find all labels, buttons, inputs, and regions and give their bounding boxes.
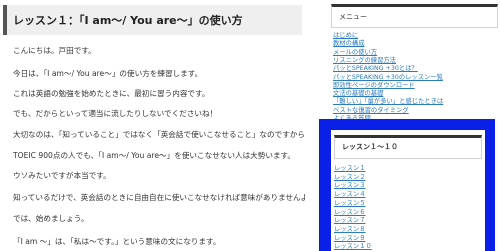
lesson-link[interactable]: レッスン４ <box>334 189 365 198</box>
article-paragraph: 「I am ～」は、「私は～です。」という意味の文になります。 <box>13 237 221 246</box>
article-paragraph: これは英語の勉強を始めたときに、最初に習う内容です。 <box>13 89 210 98</box>
lesson-link[interactable]: レッスン６ <box>334 207 365 216</box>
lesson-link[interactable]: レッスン２ <box>334 172 365 181</box>
menu-heading: メニュー <box>339 13 367 21</box>
article-main: レッスン１：「I am～/ You are～」の使い方 こんにちは。戸田です。 … <box>0 0 305 251</box>
lesson-link[interactable]: レッスン３ <box>334 180 365 189</box>
article-paragraph: でも、だからといって適当に流したりしないでくださいね！ <box>13 109 218 118</box>
lesson-link[interactable]: レッスン１０ <box>334 241 372 250</box>
article-paragraph: 今日は、「I am～/ You are～」の使い方を練習します。 <box>13 69 203 78</box>
article-paragraph: こんにちは。戸田です。 <box>13 46 96 55</box>
article-paragraph: ウソみたいですが本当です。 <box>13 171 111 180</box>
article-title-bar: レッスン１：「I am～/ You are～」の使い方 <box>3 5 302 35</box>
lesson-link[interactable]: レッスン９ <box>334 233 365 242</box>
lessons-heading: レッスン１～１０ <box>342 143 398 151</box>
lessons-heading-box: レッスン１～１０ <box>334 135 482 159</box>
lesson-link[interactable]: レッスン７ <box>334 215 365 224</box>
menu-heading-box: メニュー <box>331 4 498 28</box>
lesson-link[interactable]: レッスン１ <box>334 163 365 172</box>
article-paragraph: 知っているだけで、英会話のときに自由自在に使いこなせなければ意味がありませんよね… <box>13 193 305 202</box>
lesson-list-panel: レッスン１～１０ レッスン１ レッスン２ レッスン３ レッスン４ レッスン５ レ… <box>331 130 485 251</box>
lesson-link[interactable]: レッスン８ <box>334 224 365 233</box>
article-title: レッスン１：「I am～/ You are～」の使い方 <box>13 14 243 27</box>
article-paragraph: 大切なのは、「知っていること」ではなく「英会話で使いこなせること」なのですから。 <box>13 130 305 139</box>
article-paragraph: では、始めましょう。 <box>13 214 89 223</box>
article-paragraph: TOEIC 900点の人でも、「I am～/ You are～」を使いこなせない… <box>13 151 295 160</box>
lesson-link[interactable]: レッスン５ <box>334 198 365 207</box>
